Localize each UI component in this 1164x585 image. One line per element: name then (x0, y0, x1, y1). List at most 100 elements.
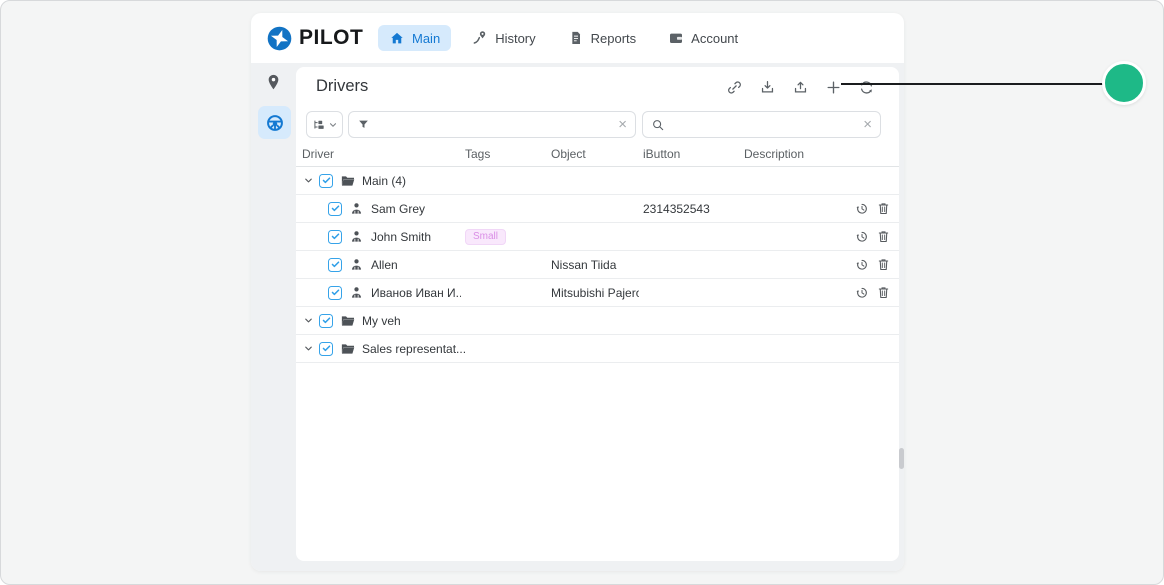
driver-name: Allen (371, 258, 398, 272)
table-row[interactable]: John Smith Small (296, 223, 899, 251)
tab-label: Main (412, 31, 440, 46)
tab-label: Reports (591, 31, 637, 46)
tab-label: Account (691, 31, 738, 46)
export-icon[interactable] (792, 79, 809, 96)
side-rail (251, 63, 296, 571)
toolbar: × × (296, 111, 899, 138)
col-ibutton[interactable]: iButton (639, 143, 740, 166)
row-history-icon[interactable] (854, 285, 869, 300)
clear-filter-icon[interactable]: × (618, 117, 627, 132)
search-icon (651, 118, 665, 132)
cell-actions (826, 201, 899, 216)
add-icon[interactable] (825, 79, 842, 96)
annotation-marker (1102, 61, 1146, 105)
chevron-down-icon[interactable] (303, 315, 314, 326)
col-driver[interactable]: Driver (296, 143, 461, 166)
link-icon[interactable] (726, 79, 743, 96)
wallet-icon (668, 30, 684, 46)
funnel-icon (357, 118, 370, 131)
row-delete-icon[interactable] (876, 201, 891, 216)
nav-tabs: Main History Reports Account (378, 25, 749, 51)
location-pin-icon[interactable] (264, 73, 283, 92)
table-row[interactable]: Иванов Иван И... Mitsubishi Pajero (296, 279, 899, 307)
steering-wheel-icon (265, 113, 285, 133)
table-row[interactable]: Sam Grey 2314352543 (296, 195, 899, 223)
group-cell: Main (4) (296, 173, 899, 189)
brand-name: PILOT (299, 26, 363, 50)
cell-driver: Sam Grey (296, 201, 461, 216)
cell-driver: John Smith (296, 229, 461, 244)
table-header: Driver Tags Object iButton Description (296, 143, 899, 167)
cell-object: Nissan Tiida (547, 258, 639, 272)
annotation-line (841, 83, 1104, 85)
cell-driver: Allen (296, 257, 461, 272)
group-row[interactable]: Sales representat... (296, 335, 899, 363)
driver-name: John Smith (371, 230, 431, 244)
cell-actions (826, 285, 899, 300)
folder-icon (340, 313, 356, 329)
clear-search-icon[interactable]: × (863, 117, 872, 132)
import-icon[interactable] (759, 79, 776, 96)
drivers-rail-button[interactable] (258, 106, 291, 139)
page-title: Drivers (316, 77, 368, 96)
tab-history[interactable]: History (461, 25, 546, 51)
vertical-scrollbar[interactable] (899, 448, 904, 469)
row-checkbox[interactable] (328, 202, 342, 216)
driver-icon (349, 285, 364, 300)
group-row[interactable]: My veh (296, 307, 899, 335)
cell-tags: Small (461, 228, 547, 245)
col-tags[interactable]: Tags (461, 143, 547, 166)
search-input-wrap: × (642, 111, 881, 138)
row-checkbox[interactable] (319, 174, 333, 188)
filter-input[interactable] (376, 118, 612, 132)
driver-name: Иванов Иван И... (371, 286, 461, 300)
brand-logo: PILOT (251, 25, 363, 52)
row-checkbox[interactable] (328, 286, 342, 300)
folder-icon (340, 341, 356, 357)
row-history-icon[interactable] (854, 257, 869, 272)
row-delete-icon[interactable] (876, 229, 891, 244)
page-background: PILOT Main History Reports Account (0, 0, 1164, 585)
tree-view-button[interactable] (306, 111, 343, 138)
col-description[interactable]: Description (740, 143, 826, 166)
group-label: Sales representat... (362, 342, 466, 356)
group-label: My veh (362, 314, 401, 328)
refresh-icon[interactable] (858, 79, 875, 96)
app-window: PILOT Main History Reports Account (251, 13, 904, 571)
driver-icon (349, 201, 364, 216)
row-history-icon[interactable] (854, 201, 869, 216)
search-input[interactable] (671, 118, 857, 132)
cell-object: Mitsubishi Pajero (547, 286, 639, 300)
chevron-down-icon[interactable] (303, 175, 314, 186)
row-checkbox[interactable] (328, 258, 342, 272)
pilot-logo-icon (266, 25, 293, 52)
table-body: Main (4) Sam Grey 2314352543 (296, 167, 899, 363)
filter-input-wrap: × (348, 111, 636, 138)
driver-name: Sam Grey (371, 202, 425, 216)
drivers-panel: Drivers (296, 67, 899, 561)
row-delete-icon[interactable] (876, 285, 891, 300)
tab-reports[interactable]: Reports (557, 25, 648, 51)
app-body: Drivers (251, 63, 904, 571)
row-history-icon[interactable] (854, 229, 869, 244)
row-checkbox[interactable] (328, 230, 342, 244)
cell-ibutton: 2314352543 (639, 202, 740, 216)
row-checkbox[interactable] (319, 314, 333, 328)
col-object[interactable]: Object (547, 143, 639, 166)
cell-driver: Иванов Иван И... (296, 285, 461, 300)
group-cell: My veh (296, 313, 899, 329)
top-nav: PILOT Main History Reports Account (251, 13, 904, 63)
cell-actions (826, 229, 899, 244)
tab-account[interactable]: Account (657, 25, 749, 51)
panel-actions (726, 67, 875, 107)
route-icon (472, 30, 488, 46)
group-row[interactable]: Main (4) (296, 167, 899, 195)
row-delete-icon[interactable] (876, 257, 891, 272)
tab-main[interactable]: Main (378, 25, 451, 51)
chevron-down-icon[interactable] (303, 343, 314, 354)
driver-icon (349, 257, 364, 272)
tree-icon (312, 118, 326, 132)
panel-header: Drivers (296, 67, 899, 107)
table-row[interactable]: Allen Nissan Tiida (296, 251, 899, 279)
row-checkbox[interactable] (319, 342, 333, 356)
